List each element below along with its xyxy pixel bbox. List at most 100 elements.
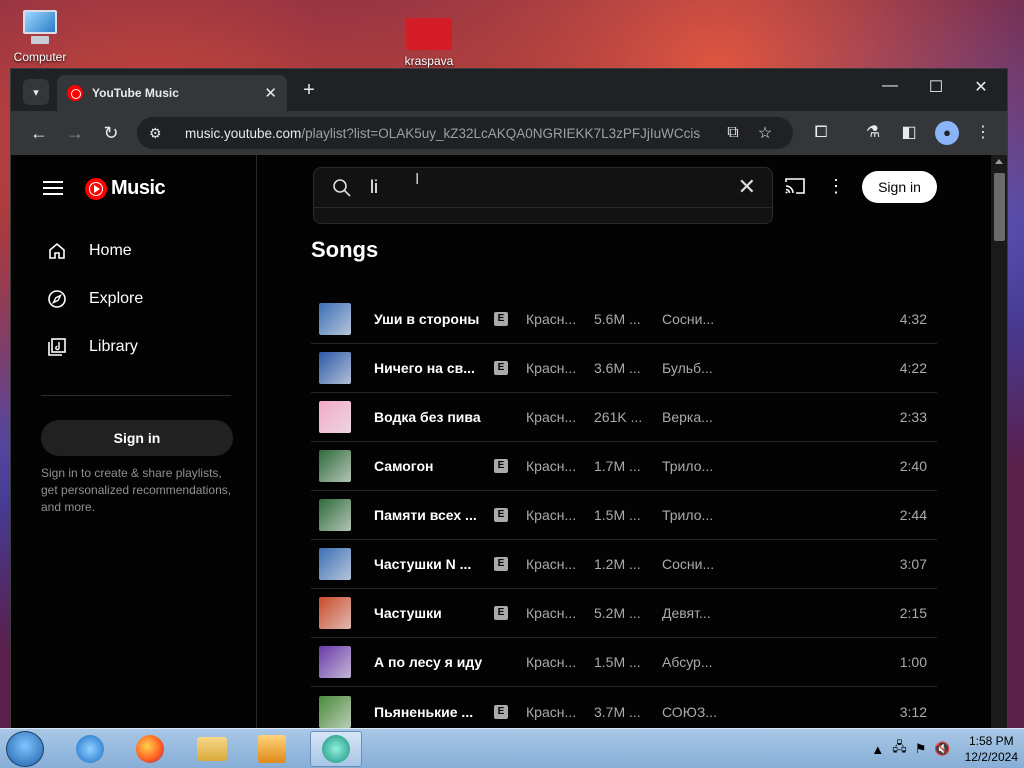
song-title[interactable]: Самогон [374,458,484,474]
song-album[interactable]: Сосни... [662,556,722,572]
song-album[interactable]: Трило... [662,458,722,474]
start-button[interactable] [6,731,44,767]
album-art-thumbnail[interactable] [319,597,351,629]
url-text[interactable]: music.youtube.com/playlist?list=OLAK5uy_… [185,126,717,141]
song-artist[interactable]: Красн... [526,311,582,327]
album-art-thumbnail[interactable] [319,352,351,384]
reload-button[interactable]: ↻ [99,121,123,145]
album-art-thumbnail[interactable] [319,548,351,580]
song-album[interactable]: Трило... [662,507,722,523]
song-artist[interactable]: Красн... [526,704,582,720]
sidebar-sign-in-button[interactable]: Sign in [41,420,233,456]
song-row[interactable]: Частушки E Красн... 5.2M ... Девят... 2:15 [311,589,937,638]
taskbar-media-player[interactable] [246,731,298,767]
song-artist[interactable]: Красн... [526,507,582,523]
album-art-thumbnail[interactable] [319,450,351,482]
song-album[interactable]: Верка... [662,409,722,425]
tab-title: YouTube Music [92,86,179,100]
search-input[interactable]: li [370,177,378,198]
youtube-music-logo[interactable]: Music [85,177,166,200]
tab-search-button[interactable]: ▾ [23,79,49,105]
song-title[interactable]: Памяти всех ... [374,507,484,523]
album-art-thumbnail[interactable] [319,499,351,531]
volume-muted-icon[interactable]: 🔇 [934,741,950,757]
more-options-icon[interactable]: ⋮ [827,176,845,197]
network-icon[interactable]: 🖧 [892,738,907,760]
clock[interactable]: 1:58 PM 12/2/2024 [965,733,1018,765]
song-row[interactable]: Самогон E Красн... 1.7M ... Трило... 2:40 [311,442,937,491]
cast-icon[interactable] [784,177,806,195]
taskbar-file-explorer[interactable] [186,731,238,767]
install-app-icon[interactable]: ⧉ [717,124,749,142]
album-art-thumbnail[interactable] [319,401,351,433]
search-icon[interactable] [332,178,352,198]
tab-close-icon[interactable]: ✕ [264,84,277,102]
profile-avatar-icon[interactable]: ● [935,121,959,145]
album-art-thumbnail[interactable] [319,695,351,728]
song-album[interactable]: Девят... [662,605,722,621]
bookmark-star-icon[interactable]: ☆ [749,123,781,143]
chrome-menu-icon[interactable]: ⋮ [971,121,995,145]
search-clear-icon[interactable]: ✕ [738,176,756,198]
song-title[interactable]: А по лесу я иду (Ti... [374,654,484,670]
taskbar-firefox[interactable] [124,731,176,767]
scrollbar-thumb[interactable] [994,173,1005,241]
sidebar-item-label: Library [89,338,138,355]
song-title[interactable]: Ничего на св... [374,360,484,376]
desktop-icon-computer[interactable]: Computer [0,10,80,64]
song-title[interactable]: Частушки N ... [374,556,484,572]
sidebar-item-library[interactable]: Library [47,337,138,357]
sidebar-item-home[interactable]: Home [47,241,132,261]
taskbar-internet-explorer[interactable] [64,731,116,767]
action-center-flag-icon[interactable]: ⚑ [915,741,927,757]
song-title[interactable]: Уши в стороны [374,311,484,327]
page-scrollbar[interactable] [991,155,1007,728]
song-row[interactable]: Уши в стороны E Красн... 5.6M ... Сосни... 4:… [311,295,937,344]
tray-expand-icon[interactable]: ▲ [871,742,884,757]
song-artist[interactable]: Красн... [526,409,582,425]
song-row[interactable]: Пьяненькие ... E Красн... 3.7M ... СОЮЗ... 3:… [311,687,937,728]
sidebar-item-explore[interactable]: Explore [47,289,143,309]
close-window-button[interactable]: ✕ [966,77,996,97]
back-button[interactable]: ← [27,121,51,145]
song-title[interactable]: Водка без пива [374,409,484,425]
maximize-button[interactable]: ☐ [921,77,951,97]
clock-time: 1:58 PM [968,734,1014,748]
song-title[interactable]: Пьяненькие ... [374,704,484,720]
song-artist[interactable]: Красн... [526,556,582,572]
scroll-up-icon[interactable] [995,159,1003,164]
hamburger-menu-icon[interactable] [43,181,63,195]
song-artist[interactable]: Красн... [526,654,582,670]
song-album[interactable]: Сосни... [662,311,722,327]
song-album[interactable]: Бульб... [662,360,722,376]
song-plays: 5.6M ... [594,311,641,327]
album-art-thumbnail[interactable] [319,303,351,335]
address-bar[interactable]: ⚙ music.youtube.com/playlist?list=OLAK5u… [137,117,793,149]
tab-youtube-music[interactable]: YouTube Music ✕ [57,75,287,111]
song-artist[interactable]: Красн... [526,458,582,474]
new-tab-button[interactable]: + [297,79,321,102]
taskbar-browser[interactable] [310,731,362,767]
site-info-icon[interactable]: ⚙ [149,125,171,142]
minimize-button[interactable]: — [875,77,905,95]
side-panel-icon[interactable]: ◧ [897,121,921,145]
song-album[interactable]: Абсур... [662,654,722,670]
song-row[interactable]: А по лесу я иду (Ti... Красн... 1.5M ... Аб… [311,638,937,687]
labs-flask-icon[interactable]: ⚗ [861,121,885,145]
album-art-thumbnail[interactable] [319,646,351,678]
header-sign-in-button[interactable]: Sign in [862,171,937,203]
song-artist[interactable]: Красн... [526,360,582,376]
home-icon [47,241,67,261]
song-artist[interactable]: Красн... [526,605,582,621]
desktop-icon-kraspava[interactable]: kraspava [389,18,469,68]
song-album[interactable]: СОЮЗ... [662,704,722,720]
forward-button[interactable]: → [63,121,87,145]
song-title[interactable]: Частушки [374,605,484,621]
song-row[interactable]: Частушки N ... E Красн... 1.2M ... Сосни... 3… [311,540,937,589]
song-row[interactable]: Памяти всех ... E Красн... 1.5M ... Трило...… [311,491,937,540]
extensions-icon[interactable]: ⧠ [809,121,833,145]
song-row[interactable]: Водка без пива Красн... 261K ... Верка... 2:… [311,393,937,442]
song-row[interactable]: Ничего на св... E Красн... 3.6M ... Бульб...… [311,344,937,393]
song-duration: 2:33 [899,409,927,425]
search-box[interactable]: li I ✕ [313,167,773,224]
